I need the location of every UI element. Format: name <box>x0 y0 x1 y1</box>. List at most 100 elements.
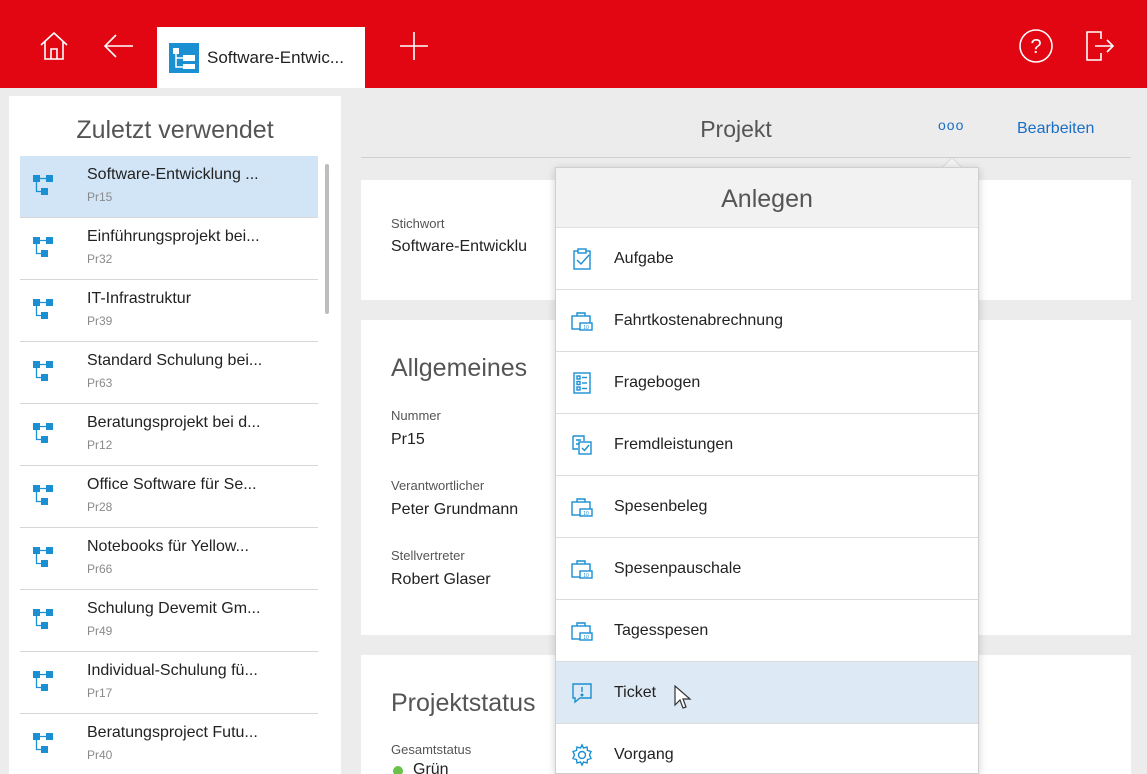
edit-button[interactable]: Bearbeiten <box>1017 120 1094 138</box>
project-icon <box>33 174 55 196</box>
dropdown-list: Aufgabe 10 Fahrtkostenabrechnung Fragebog… <box>556 228 978 773</box>
list-item-title: Software-Entwicklung ... <box>87 166 259 183</box>
page-title: Projekt <box>700 116 772 142</box>
menu-item-label: Fragebogen <box>614 374 701 391</box>
list-item-title: Schulung Devemit Gm... <box>87 600 261 617</box>
gesamtstatus-label: Gesamtstatus <box>391 742 472 757</box>
project-icon <box>33 236 55 258</box>
sidebar-item-pr17[interactable]: Individual-Schulung fü... Pr17 <box>20 652 318 714</box>
sidebar-item-pr28[interactable]: Office Software für Se... Pr28 <box>20 466 318 528</box>
recent-sidebar: Zuletzt verwendet Software-Entwicklung .… <box>9 96 341 774</box>
svg-text:10: 10 <box>583 635 589 641</box>
list-item-title: Individual-Schulung fü... <box>87 662 258 679</box>
task-clipboard-icon <box>570 247 594 271</box>
sidebar-title: Zuletzt verwendet <box>76 116 274 144</box>
help-icon[interactable]: ? <box>1016 26 1056 66</box>
expense-case-icon: 10 <box>570 557 594 581</box>
project-icon <box>33 298 55 320</box>
ticket-icon <box>570 681 594 705</box>
create-dropdown: Anlegen Aufgabe 10 Fahrtkostenabrechnung … <box>555 167 979 774</box>
list-item-title: Beratungsprojekt bei d... <box>87 414 261 431</box>
recent-list: Software-Entwicklung ... Pr15 Einführung… <box>20 156 318 774</box>
sidebar-item-pr49[interactable]: Schulung Devemit Gm... Pr49 <box>20 590 318 652</box>
menu-item-label: Aufgabe <box>614 250 674 267</box>
stellvertreter-value: Robert Glaser <box>391 571 491 588</box>
mouse-cursor-icon <box>674 685 692 709</box>
project-icon <box>33 546 55 568</box>
menu-item-label: Tagesspesen <box>614 622 709 639</box>
nummer-value: Pr15 <box>391 431 425 448</box>
stellvertreter-label: Stellvertreter <box>391 548 465 563</box>
project-icon <box>33 670 55 692</box>
list-item-title: Notebooks für Yellow... <box>87 538 249 555</box>
expense-case-icon: 10 <box>570 619 594 643</box>
sidebar-scrollbar[interactable] <box>325 164 329 314</box>
menu-item-label: Fahrtkostenabrechnung <box>614 312 783 329</box>
project-icon <box>33 422 55 444</box>
help-glyph: ? <box>1030 36 1041 58</box>
top-bar: Software-Entwic... ? <box>0 0 1147 88</box>
list-item-code: Pr17 <box>87 686 113 700</box>
menu-item-spesenbeleg[interactable]: 10 Spesenbeleg <box>556 476 978 538</box>
header-divider <box>361 157 1131 158</box>
list-item-code: Pr49 <box>87 624 113 638</box>
tab-label: Software-Entwic... <box>207 47 344 67</box>
menu-item-label: Vorgang <box>614 746 674 763</box>
questionnaire-icon <box>570 371 594 395</box>
sidebar-item-pr39[interactable]: IT-Infrastruktur Pr39 <box>20 280 318 342</box>
menu-item-fragebogen[interactable]: Fragebogen <box>556 352 978 414</box>
expense-case-icon: 10 <box>570 309 594 333</box>
verantwortlicher-label: Verantwortlicher <box>391 478 485 493</box>
gesamtstatus-value: Grün <box>413 761 449 774</box>
list-item-title: IT-Infrastruktur <box>87 290 192 307</box>
svg-text:10: 10 <box>583 511 589 517</box>
logout-icon[interactable] <box>1078 26 1118 66</box>
menu-item-tagesspesen[interactable]: 10 Tagesspesen <box>556 600 978 662</box>
list-item-code: Pr40 <box>87 748 113 762</box>
list-item-code: Pr28 <box>87 500 113 514</box>
sidebar-item-pr32[interactable]: Einführungsprojekt bei... Pr32 <box>20 218 318 280</box>
project-icon <box>33 732 55 754</box>
list-item-code: Pr39 <box>87 314 113 328</box>
allgemeines-title: Allgemeines <box>391 354 528 382</box>
sidebar-item-pr66[interactable]: Notebooks für Yellow... Pr66 <box>20 528 318 590</box>
menu-item-ticket[interactable]: Ticket <box>556 662 978 724</box>
sidebar-item-pr12[interactable]: Beratungsprojekt bei d... Pr12 <box>20 404 318 466</box>
menu-item-vorgang[interactable]: Vorgang <box>556 724 978 773</box>
sidebar-item-pr40[interactable]: Beratungsproject Futu... Pr40 <box>20 714 318 774</box>
status-green-dot <box>393 766 403 774</box>
list-item-code: Pr15 <box>87 190 113 204</box>
project-icon <box>33 484 55 506</box>
svg-text:10: 10 <box>583 325 589 331</box>
list-item-code: Pr63 <box>87 376 113 390</box>
list-item-code: Pr32 <box>87 252 113 266</box>
sidebar-item-pr15[interactable]: Software-Entwicklung ... Pr15 <box>20 156 318 218</box>
home-icon[interactable] <box>34 26 74 66</box>
menu-item-fremdleistungen[interactable]: Fremdleistungen <box>556 414 978 476</box>
gear-icon <box>570 743 594 767</box>
project-icon <box>33 608 55 630</box>
menu-item-fahrtkostenabrechnung[interactable]: 10 Fahrtkostenabrechnung <box>556 290 978 352</box>
menu-item-spesenpauschale[interactable]: 10 Spesenpauschale <box>556 538 978 600</box>
list-item-title: Office Software für Se... <box>87 476 257 493</box>
list-item-title: Beratungsproject Futu... <box>87 724 258 741</box>
plus-icon[interactable] <box>394 26 434 66</box>
menu-item-label: Spesenbeleg <box>614 498 708 515</box>
external-services-icon <box>570 433 594 457</box>
more-options-button[interactable]: ooo <box>938 117 964 133</box>
back-arrow-icon[interactable] <box>98 26 138 66</box>
stichwort-label: Stichwort <box>391 216 445 231</box>
tab-software-entwicklung[interactable]: Software-Entwic... <box>157 27 365 88</box>
menu-item-aufgabe[interactable]: Aufgabe <box>556 228 978 290</box>
menu-item-label: Spesenpauschale <box>614 560 742 577</box>
menu-item-label: Fremdleistungen <box>614 436 734 453</box>
project-tree-icon <box>169 42 199 73</box>
list-item-code: Pr12 <box>87 438 113 452</box>
stichwort-value: Software-Entwicklu <box>391 238 528 255</box>
sidebar-item-pr63[interactable]: Standard Schulung bei... Pr63 <box>20 342 318 404</box>
svg-text:10: 10 <box>583 573 589 579</box>
verantwortlicher-value: Peter Grundmann <box>391 501 519 518</box>
menu-item-label: Ticket <box>614 684 657 701</box>
expense-case-icon: 10 <box>570 495 594 519</box>
list-item-title: Einführungsprojekt bei... <box>87 228 260 245</box>
